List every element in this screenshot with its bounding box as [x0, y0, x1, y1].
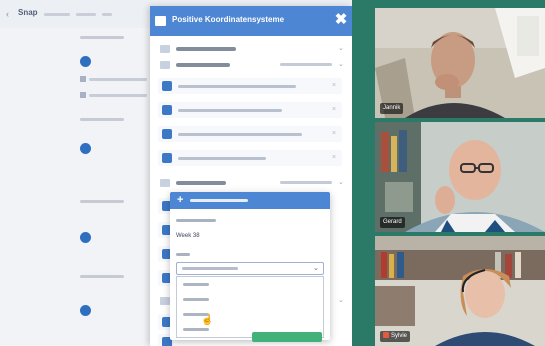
popup-header: +	[170, 192, 330, 209]
participant-name: Sylvie	[391, 333, 408, 339]
chevron-down-icon[interactable]: ⌄	[338, 44, 344, 54]
section-number	[160, 297, 170, 305]
chevron-down-icon[interactable]: ⌄	[338, 296, 344, 306]
panel-header: Positive Koordinatensysteme ✖	[150, 6, 352, 36]
task-item-label	[178, 133, 302, 136]
participant-video	[375, 122, 545, 232]
participant-name-tag: Gerard	[380, 217, 405, 228]
week-select[interactable]: ⌄	[176, 262, 324, 275]
mouse-cursor-icon: ☝	[201, 315, 214, 326]
video-tile-sylvie[interactable]: Sylvie	[375, 236, 545, 346]
timeline-entry[interactable]	[80, 92, 150, 100]
chevron-down-icon[interactable]: ⌄	[313, 264, 319, 274]
field-value[interactable]: Week 38	[176, 230, 324, 243]
timeline-dot-icon[interactable]	[80, 305, 91, 316]
section-meta	[280, 63, 332, 66]
timeline-label	[80, 200, 124, 203]
remove-icon[interactable]: ×	[332, 81, 336, 91]
video-tile-gerard[interactable]: Gerard	[375, 122, 545, 232]
participant-name-tag: Sylvie	[380, 331, 411, 342]
popup-title	[190, 199, 248, 202]
participant-video	[375, 8, 545, 118]
checkbox-checked-icon[interactable]	[162, 81, 172, 91]
week-option[interactable]	[177, 277, 323, 292]
task-item[interactable]: ×	[158, 78, 342, 94]
panel-section-1[interactable]: ⌄	[150, 42, 352, 56]
task-item[interactable]: ×	[158, 126, 342, 142]
chevron-down-icon[interactable]: ⌄	[338, 60, 344, 70]
timeline-label	[80, 118, 124, 121]
plus-icon: +	[177, 194, 184, 206]
checkbox-checked-icon[interactable]	[162, 105, 172, 115]
app-logo: Snap	[18, 8, 38, 17]
select-placeholder	[182, 267, 238, 270]
section-meta	[280, 181, 332, 184]
close-icon[interactable]: ✖	[334, 12, 348, 28]
timeline-label	[80, 36, 124, 39]
timeline-dot-icon[interactable]	[80, 232, 91, 243]
section-number	[160, 179, 170, 187]
checkbox-checked-icon[interactable]	[162, 153, 172, 163]
timeline-dot-icon[interactable]	[80, 56, 91, 67]
panel-document-icon	[155, 16, 166, 26]
timeline-label	[80, 275, 124, 278]
section-number	[160, 45, 170, 53]
checkbox-checked-icon[interactable]	[162, 129, 172, 139]
chevron-down-icon[interactable]: ⌄	[338, 178, 344, 188]
field-label	[176, 219, 216, 222]
timeline-dot-icon[interactable]	[80, 143, 91, 154]
section-number	[160, 61, 170, 69]
timeline-entry[interactable]	[80, 76, 150, 84]
task-item-label	[178, 157, 266, 160]
field-label	[176, 253, 190, 256]
task-item-label	[178, 85, 296, 88]
remove-icon[interactable]: ×	[332, 129, 336, 139]
panel-section-2[interactable]: ⌄	[150, 58, 352, 72]
remove-icon[interactable]: ×	[332, 153, 336, 163]
panel-section-3[interactable]: ⌄	[150, 176, 352, 190]
task-item-label	[178, 109, 282, 112]
task-item[interactable]: ×	[158, 150, 342, 166]
week-option[interactable]	[177, 307, 323, 322]
back-arrow-icon[interactable]: ‹	[6, 9, 14, 19]
task-item[interactable]: ×	[158, 102, 342, 118]
panel-title: Positive Koordinatensysteme	[172, 15, 285, 24]
section-title	[176, 63, 230, 67]
confirm-button[interactable]	[252, 332, 322, 342]
section-title	[176, 181, 226, 185]
add-task-popup: + Week 38 ⌄	[170, 192, 330, 340]
topbar-tab[interactable]	[76, 13, 96, 16]
remove-icon[interactable]: ×	[332, 105, 336, 115]
week-options-list	[176, 276, 324, 338]
week-option[interactable]	[177, 292, 323, 307]
participant-video	[375, 236, 545, 346]
video-tile-jannik[interactable]: Jannik	[375, 8, 545, 118]
topbar-tab[interactable]	[102, 13, 112, 16]
section-title	[176, 47, 236, 51]
participant-name-tag: Jannik	[380, 103, 404, 114]
topbar-tab[interactable]	[44, 13, 70, 16]
microphone-muted-icon	[383, 332, 389, 338]
